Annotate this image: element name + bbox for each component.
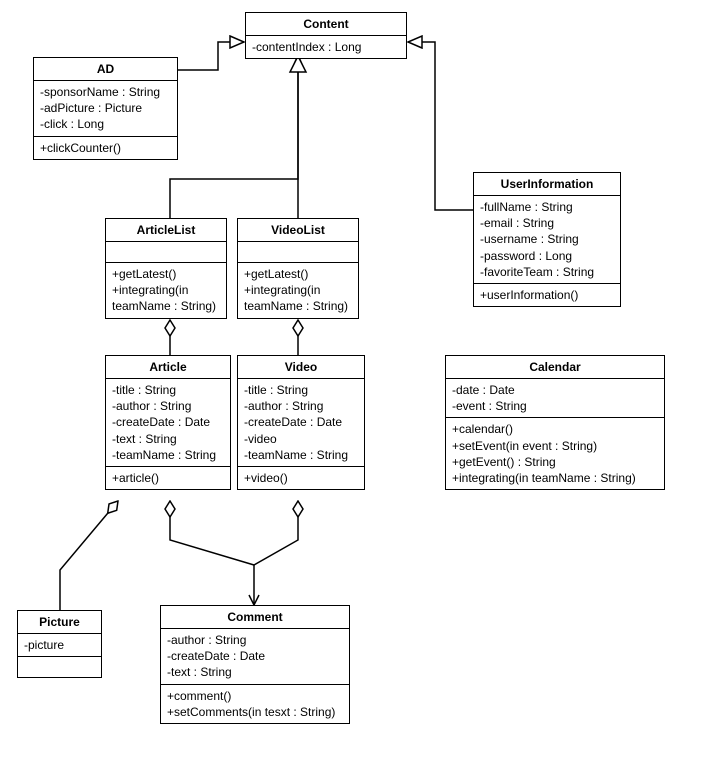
- attr: -teamName : String: [112, 447, 224, 463]
- attr: -adPicture : Picture: [40, 100, 171, 116]
- method: +getLatest(): [244, 266, 352, 282]
- class-picture: Picture -picture: [17, 610, 102, 678]
- attr: -contentIndex : Long: [252, 40, 361, 54]
- class-title: Calendar: [446, 356, 664, 379]
- method: +clickCounter(): [40, 140, 171, 156]
- attr: -picture: [24, 638, 64, 652]
- method: teamName : String): [112, 298, 220, 314]
- class-comment: Comment -author : String -createDate : D…: [160, 605, 350, 724]
- method: +comment(): [167, 688, 343, 704]
- attr: -title : String: [244, 382, 358, 398]
- attr: -password : Long: [480, 248, 614, 264]
- attr: -event : String: [452, 398, 658, 414]
- method: +calendar(): [452, 421, 658, 437]
- attr: -video: [244, 431, 358, 447]
- class-title: Article: [106, 356, 230, 379]
- attr: -fullName : String: [480, 199, 614, 215]
- method: +integrating(in teamName : String): [452, 470, 658, 486]
- method: +setComments(in tesxt : String): [167, 704, 343, 720]
- class-title: Comment: [161, 606, 349, 629]
- attr: -sponsorName : String: [40, 84, 171, 100]
- method: +getEvent() : String: [452, 454, 658, 470]
- attr: -text : String: [167, 664, 343, 680]
- class-calendar: Calendar -date : Date -event : String +c…: [445, 355, 665, 490]
- method: +integrating(in: [244, 282, 352, 298]
- method: +integrating(in: [112, 282, 220, 298]
- method: +video(): [244, 470, 358, 486]
- class-articlelist: ArticleList +getLatest() +integrating(in…: [105, 218, 227, 319]
- class-video: Video -title : String -author : String -…: [237, 355, 365, 490]
- method: +getLatest(): [112, 266, 220, 282]
- method: +userInformation(): [480, 287, 614, 303]
- attr: -createDate : Date: [244, 414, 358, 430]
- class-title: VideoList: [238, 219, 358, 242]
- class-title: UserInformation: [474, 173, 620, 196]
- class-ad: AD -sponsorName : String -adPicture : Pi…: [33, 57, 178, 160]
- attr: -title : String: [112, 382, 224, 398]
- method: +setEvent(in event : String): [452, 438, 658, 454]
- class-title: AD: [34, 58, 177, 81]
- attr: -author : String: [244, 398, 358, 414]
- class-article: Article -title : String -author : String…: [105, 355, 231, 490]
- method: teamName : String): [244, 298, 352, 314]
- class-title: Content: [246, 13, 406, 36]
- class-title: Picture: [18, 611, 101, 634]
- attr: -author : String: [167, 632, 343, 648]
- attr: -teamName : String: [244, 447, 358, 463]
- attr: -createDate : Date: [112, 414, 224, 430]
- attr: -favoriteTeam : String: [480, 264, 614, 280]
- attr: -text : String: [112, 431, 224, 447]
- class-title: ArticleList: [106, 219, 226, 242]
- class-content: Content -contentIndex : Long: [245, 12, 407, 59]
- attr: -author : String: [112, 398, 224, 414]
- class-videolist: VideoList +getLatest() +integrating(in t…: [237, 218, 359, 319]
- attr: -email : String: [480, 215, 614, 231]
- attr: -createDate : Date: [167, 648, 343, 664]
- attr: -click : Long: [40, 116, 171, 132]
- class-userinformation: UserInformation -fullName : String -emai…: [473, 172, 621, 307]
- class-title: Video: [238, 356, 364, 379]
- attr: -date : Date: [452, 382, 658, 398]
- attr: -username : String: [480, 231, 614, 247]
- method: +article(): [112, 470, 224, 486]
